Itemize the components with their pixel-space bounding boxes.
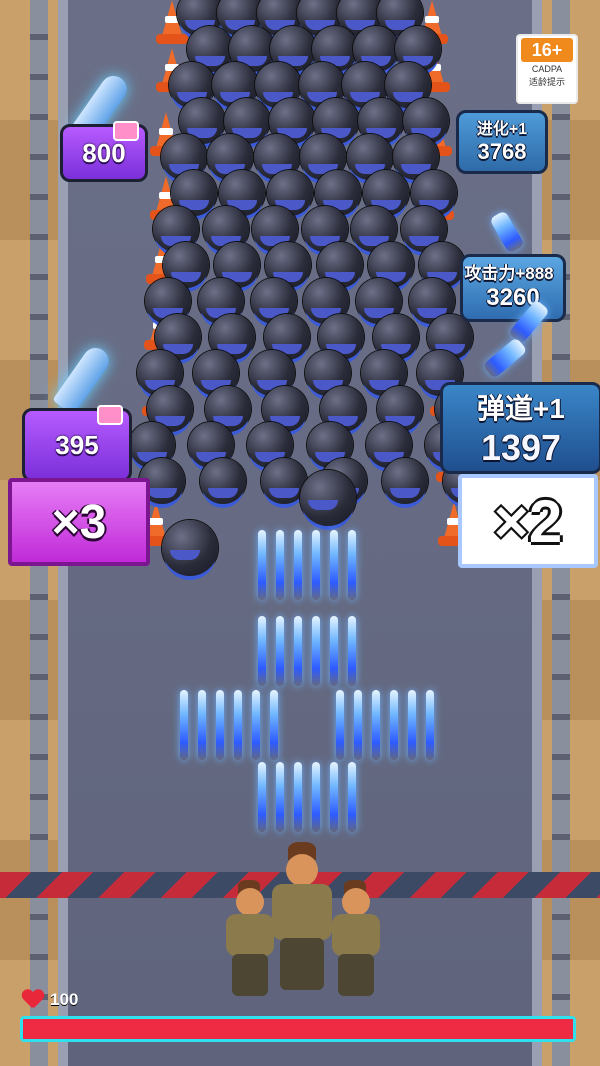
rating-org: CADPA xyxy=(531,64,563,74)
bullet-icon xyxy=(294,616,302,686)
bullet-icon xyxy=(330,616,338,686)
bullet-icon xyxy=(234,690,242,760)
bullet-icon xyxy=(294,530,302,600)
spider-enemy xyxy=(199,458,246,504)
barrel-value: 395 xyxy=(55,429,99,460)
upgrade-value: 3260 xyxy=(486,284,540,311)
bullet-icon xyxy=(372,690,380,760)
upgrade-pickup-ballistic: 弹道+1 1397 xyxy=(440,382,600,474)
bullet-icon xyxy=(330,762,338,832)
rating-tip: 适龄提示 xyxy=(528,78,565,88)
age-rating-badge: 16+ CADPA 适龄提示 xyxy=(516,34,578,104)
bullet-icon xyxy=(258,530,266,600)
spider-enemy xyxy=(300,470,356,526)
barrel-value: 800 xyxy=(82,137,126,168)
video-ad-icon xyxy=(97,405,123,425)
bullet-icon xyxy=(270,690,278,760)
health-bar-fill xyxy=(23,1019,573,1039)
bullet-icon xyxy=(408,690,416,760)
upgrade-pickup-attack: 攻击力+888 3260 xyxy=(460,254,566,322)
bullet-icon xyxy=(348,616,356,686)
health-bar xyxy=(20,1016,576,1042)
bullet-icon xyxy=(482,336,528,380)
bullet-icon xyxy=(276,616,284,686)
bullet-icon xyxy=(252,690,260,760)
health-value: 100 xyxy=(50,990,79,1009)
upgrade-label: 进化+1 xyxy=(476,121,528,138)
upgrade-pickup-evolve: 进化+1 3768 xyxy=(456,110,548,174)
bullet-icon xyxy=(336,690,344,760)
multiplier-gate-right: ×2 xyxy=(458,474,598,568)
spider-enemy xyxy=(162,520,218,576)
bullet-icon xyxy=(276,762,284,832)
upgrade-value: 3768 xyxy=(477,139,527,164)
video-ad-icon xyxy=(113,121,139,141)
soldier-right[interactable] xyxy=(326,880,386,1000)
spider-enemy xyxy=(382,458,429,504)
bullet-icon xyxy=(312,762,320,832)
bullet-icon xyxy=(198,690,206,760)
bullet-icon xyxy=(348,530,356,600)
bullet-icon xyxy=(216,690,224,760)
game-scene[interactable]: 800 395 进化+1 3768 攻击力+888 3260 弹道+1 1397… xyxy=(0,0,600,1066)
bullet-icon xyxy=(489,210,525,254)
barrel-pickup-2: 395 xyxy=(22,405,132,482)
bullet-icon xyxy=(426,690,434,760)
bullet-icon xyxy=(390,690,398,760)
bullet-icon xyxy=(354,690,362,760)
barrel-pickup-1: 800 xyxy=(60,121,148,182)
upgrade-label: 弹道+1 xyxy=(477,393,565,424)
bullet-icon xyxy=(258,762,266,832)
bullet-icon xyxy=(330,530,338,600)
bullet-icon xyxy=(180,690,188,760)
multiplier-gate-left: ×3 xyxy=(8,478,150,566)
age-rating: 16+ xyxy=(521,38,573,62)
health-row: 100 xyxy=(22,990,78,1010)
heart-icon xyxy=(22,990,44,1010)
upgrade-value: 1397 xyxy=(480,427,562,468)
bullet-icon xyxy=(276,530,284,600)
bullet-icon xyxy=(312,530,320,600)
bullet-icon xyxy=(258,616,266,686)
upgrade-label: 攻击力+888 xyxy=(464,264,554,283)
bullet-icon xyxy=(294,762,302,832)
bullet-icon xyxy=(312,616,320,686)
bullet-icon xyxy=(348,762,356,832)
